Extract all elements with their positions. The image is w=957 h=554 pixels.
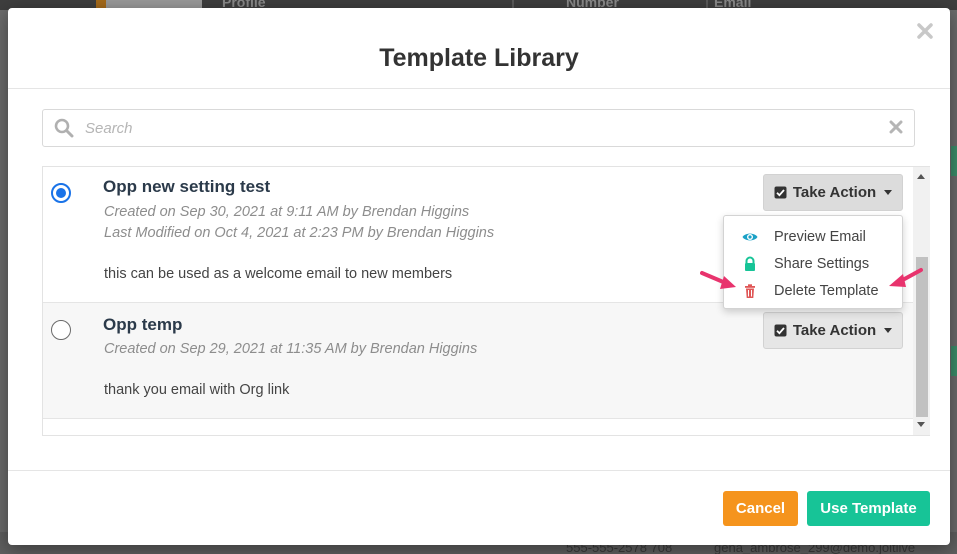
close-icon-glyph [917, 23, 933, 39]
template-row[interactable]: Opp temp Created on Sep 29, 2021 at 11:3… [43, 303, 913, 419]
eye-icon [742, 233, 758, 241]
trash-icon [745, 284, 755, 298]
checkbox-icon [774, 186, 787, 199]
cancel-button[interactable]: Cancel [723, 491, 798, 526]
list-scrollbar[interactable] [913, 167, 930, 435]
take-action-label: Take Action [792, 322, 877, 339]
menu-item-delete-template[interactable]: Delete Template [724, 278, 902, 304]
menu-item-label: Preview Email [774, 229, 866, 245]
take-action-menu: Preview Email Share Settings Delete Temp… [723, 215, 903, 309]
scroll-up-arrow[interactable] [917, 174, 925, 179]
menu-item-label: Delete Template [774, 283, 879, 299]
template-description: thank you email with Org link [104, 382, 290, 398]
search-icon [54, 118, 74, 138]
take-action-button[interactable]: Take Action [763, 174, 903, 211]
template-created: Created on Sep 30, 2021 at 9:11 AM by Br… [104, 204, 470, 220]
checkbox-icon [774, 324, 787, 337]
search-input[interactable] [83, 112, 873, 144]
scroll-down-arrow[interactable] [917, 422, 925, 427]
caret-down-icon [884, 328, 893, 333]
template-name: Opp new setting test [103, 177, 271, 196]
template-radio[interactable] [51, 320, 71, 340]
background-green-strip [951, 346, 957, 376]
modal-title: Template Library [379, 44, 579, 72]
template-created: Created on Sep 29, 2021 at 11:35 AM by B… [104, 341, 478, 357]
take-action-button[interactable]: Take Action [763, 312, 903, 349]
template-name: Opp temp [103, 315, 183, 334]
annotation-arrow-right [889, 268, 923, 287]
use-template-button[interactable]: Use Template [807, 491, 930, 526]
menu-item-label: Share Settings [774, 256, 870, 272]
menu-item-share-settings[interactable]: Share Settings [724, 251, 902, 277]
header-divider [8, 88, 950, 89]
close-icon[interactable] [916, 22, 934, 40]
template-modified: Last Modified on Oct 4, 2021 at 2:23 PM … [104, 225, 495, 241]
background-green-strip [951, 146, 957, 176]
menu-item-preview-email[interactable]: Preview Email [724, 224, 902, 250]
footer-divider [8, 470, 950, 471]
take-action-label: Take Action [792, 184, 877, 201]
annotation-arrow-left [700, 271, 736, 289]
clear-icon[interactable] [888, 119, 904, 135]
caret-down-icon [884, 190, 893, 195]
template-radio[interactable] [51, 183, 71, 203]
lock-icon [745, 256, 755, 271]
search-box [42, 109, 915, 147]
template-description: this can be used as a welcome email to n… [104, 266, 453, 282]
